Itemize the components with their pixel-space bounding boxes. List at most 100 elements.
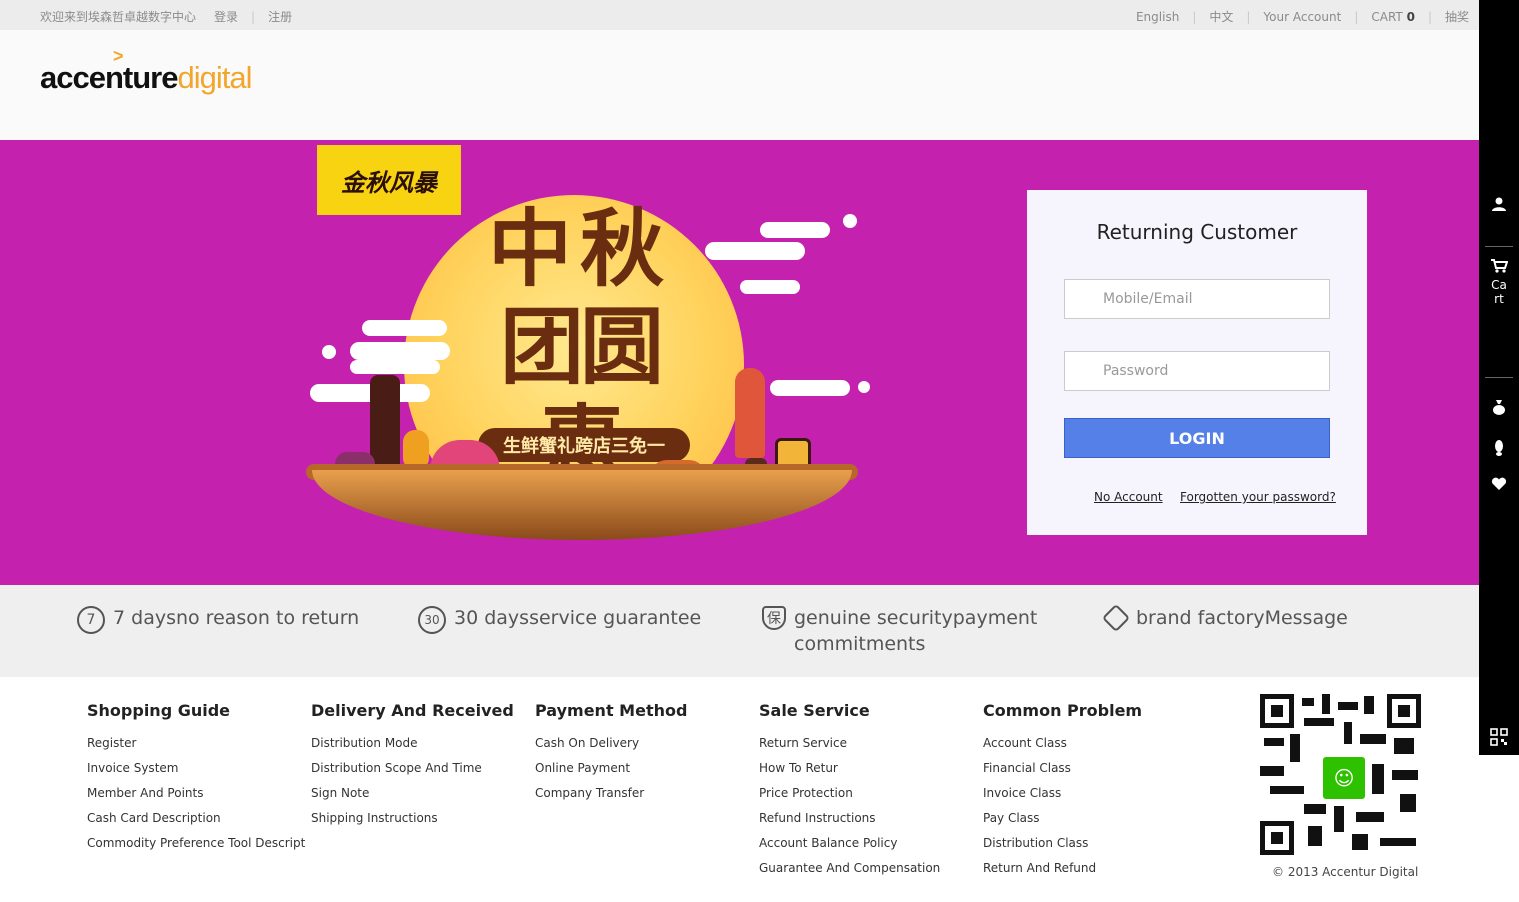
footer-link[interactable]: Invoice System	[87, 756, 305, 781]
qr-module	[1290, 734, 1300, 762]
logo-text-digital: digital	[177, 60, 252, 95]
dot-decoration	[858, 381, 870, 393]
qr-module	[1304, 804, 1326, 814]
footprint-icon[interactable]	[1479, 438, 1519, 460]
footer-link[interactable]: Financial Class	[983, 756, 1142, 781]
divider: |	[1427, 9, 1432, 24]
footer-column-title: Common Problem	[983, 701, 1143, 720]
password-input[interactable]	[1064, 351, 1330, 391]
qr-module	[1360, 734, 1386, 744]
footer-link[interactable]: Distribution Class	[983, 831, 1142, 856]
banner-subtitle: 生鲜蟹礼跨店三免一	[478, 428, 690, 462]
footer-link[interactable]: Register	[87, 731, 305, 756]
divider: |	[251, 9, 256, 24]
login-title: Returning Customer	[1096, 220, 1298, 244]
qr-module	[1308, 826, 1322, 846]
wechat-qr-code: ☺	[1260, 694, 1421, 855]
login-link[interactable]: 登录	[214, 8, 238, 25]
footer-link[interactable]: Company Transfer	[535, 781, 687, 806]
banner-title-line1: 中秋	[487, 199, 672, 298]
cloud-decoration	[740, 280, 800, 294]
no-account-link[interactable]: No Account	[1094, 490, 1163, 504]
heart-icon[interactable]	[1479, 476, 1519, 495]
money-bag-icon[interactable]	[1479, 399, 1519, 419]
mobile-email-input[interactable]	[1064, 279, 1330, 319]
guarantee-bar: 7 7 daysno reason to return 30 30 daysse…	[0, 585, 1479, 677]
seven-days-icon: 7	[77, 606, 105, 634]
footer-link[interactable]: Return Service	[759, 731, 940, 756]
footer-link[interactable]: Shipping Instructions	[311, 806, 514, 831]
dress-illustration	[735, 368, 765, 458]
cloud-decoration	[705, 242, 805, 260]
chinese-link[interactable]: 中文	[1209, 8, 1233, 25]
footer-link[interactable]: Account Balance Policy	[759, 831, 940, 856]
lottery-link[interactable]: 抽奖	[1445, 8, 1469, 25]
your-account-link[interactable]: Your Account	[1263, 10, 1341, 24]
footer-column-shopping-guide: Shopping Guide Register Invoice System M…	[87, 701, 305, 856]
qr-code-icon[interactable]	[1479, 728, 1519, 750]
cloud-decoration	[760, 222, 830, 238]
qr-finder	[1260, 694, 1294, 728]
qr-module	[1264, 738, 1284, 746]
wechat-icon: ☺	[1320, 754, 1368, 802]
top-bar-left: 欢迎来到埃森哲卓越数字中心 登录 | 注册	[40, 8, 292, 25]
footer-link[interactable]: Distribution Scope And Time	[311, 756, 514, 781]
top-bar: 欢迎来到埃森哲卓越数字中心 登录 | 注册 English | 中文 | You…	[0, 0, 1479, 30]
footer-link[interactable]: Pay Class	[983, 806, 1142, 831]
footer-link[interactable]: Online Payment	[535, 756, 687, 781]
qr-finder	[1387, 694, 1421, 728]
cloud-decoration	[350, 360, 440, 374]
cart-link[interactable]: CART 0	[1371, 10, 1415, 24]
footer-link[interactable]: Invoice Class	[983, 781, 1142, 806]
qr-module	[1344, 722, 1352, 744]
guarantee-text: 7 daysno reason to return	[113, 607, 360, 629]
welcome-text: 欢迎来到埃森哲卓越数字中心	[40, 10, 197, 24]
footer-link[interactable]: Refund Instructions	[759, 806, 940, 831]
guarantee-text: genuine securitypayment commitments	[794, 605, 1037, 657]
sidebar-cart-label-line2: rt	[1494, 292, 1504, 306]
qr-module	[1334, 806, 1344, 832]
qr-module	[1356, 812, 1384, 822]
qr-module	[1338, 702, 1358, 710]
footer-link[interactable]: Return And Refund	[983, 856, 1142, 881]
login-button[interactable]: LOGIN	[1064, 418, 1330, 458]
footer-link[interactable]: Distribution Mode	[311, 731, 514, 756]
guarantee-item: brand factoryMessage	[1101, 603, 1348, 633]
sidebar-cart-button[interactable]: Ca rt	[1479, 258, 1519, 306]
qr-module	[1372, 764, 1384, 794]
cloud-decoration	[362, 320, 447, 336]
qr-module	[1322, 694, 1330, 714]
footer-link[interactable]: Commodity Preference Tool Descript	[87, 831, 305, 856]
qr-module	[1394, 738, 1414, 754]
forgot-password-link[interactable]: Forgotten your password?	[1180, 490, 1336, 504]
footer-link[interactable]: Cash On Delivery	[535, 731, 687, 756]
accenture-digital-logo[interactable]: > accenturedigital	[40, 46, 252, 96]
user-icon[interactable]	[1479, 196, 1519, 216]
cloud-decoration	[350, 342, 450, 360]
footer-link[interactable]: Guarantee And Compensation	[759, 856, 940, 881]
cloud-decoration	[770, 380, 850, 396]
qr-module	[1302, 698, 1314, 706]
footer-column-title: Shopping Guide	[87, 701, 231, 720]
boat-illustration	[312, 470, 852, 540]
footer-column-title: Sale Service	[759, 701, 870, 720]
footer-link[interactable]: How To Retur	[759, 756, 940, 781]
footer-link[interactable]: Price Protection	[759, 781, 940, 806]
qr-module	[1392, 770, 1418, 780]
english-link[interactable]: English	[1136, 10, 1179, 24]
qr-module	[1260, 766, 1284, 776]
register-link[interactable]: 注册	[268, 8, 292, 25]
cart-label: CART	[1371, 9, 1403, 24]
footer-link[interactable]: Sign Note	[311, 781, 514, 806]
footer-column-common-problem: Common Problem Account Class Financial C…	[983, 701, 1142, 881]
footer-link[interactable]: Account Class	[983, 731, 1142, 756]
wine-bottle-illustration	[370, 375, 400, 467]
qr-finder	[1260, 821, 1294, 855]
logo-mark: >	[113, 46, 123, 66]
logo-text-accenture: accenture	[40, 60, 178, 95]
footer-link[interactable]: Member And Points	[87, 781, 305, 806]
footer-link[interactable]: Cash Card Description	[87, 806, 305, 831]
guarantee-text-line1: genuine securitypayment	[794, 607, 1038, 629]
dot-decoration	[322, 345, 336, 359]
thirty-days-icon: 30	[418, 606, 446, 634]
